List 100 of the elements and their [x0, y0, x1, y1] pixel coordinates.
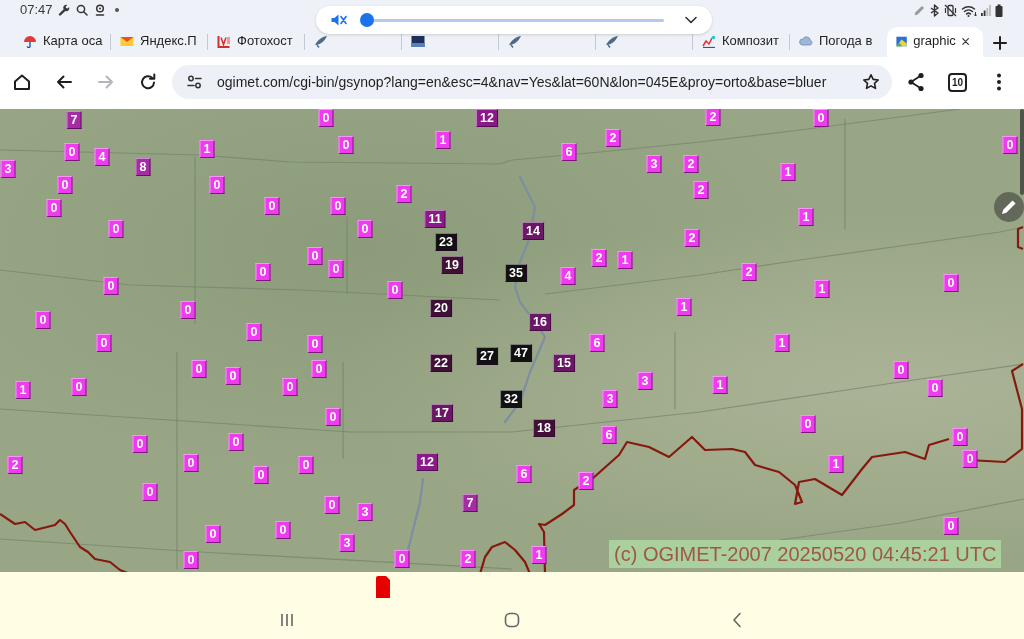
value-marker: 18 [533, 419, 555, 437]
value-marker: 2 [578, 472, 594, 490]
value-marker: 27 [476, 347, 498, 365]
value-marker: 0 [328, 260, 344, 278]
value-marker: 11 [424, 210, 446, 228]
value-marker: 0 [132, 435, 148, 453]
back-icon [732, 611, 742, 628]
value-marker: 17 [431, 404, 453, 422]
value-marker: 3 [646, 155, 662, 173]
value-marker: 0 [64, 143, 80, 161]
tab-switcher-button[interactable]: 10 [948, 72, 967, 92]
value-marker: 1 [531, 546, 547, 564]
bluetooth-icon [929, 3, 940, 17]
value-marker: 0 [103, 277, 119, 295]
value-marker: 0 [180, 301, 196, 319]
value-marker: 23 [435, 233, 457, 251]
mute-icon[interactable] [330, 12, 348, 28]
wifi-icon [961, 3, 977, 17]
value-marker: 0 [307, 247, 323, 265]
battery-icon [995, 3, 1003, 17]
image-icon [896, 34, 908, 48]
value-marker: 3 [0, 160, 16, 178]
value-marker: 0 [228, 433, 244, 451]
back-icon [54, 72, 74, 92]
value-marker: 2 [683, 155, 699, 173]
status-time: 07:47 [20, 1, 53, 20]
plus-icon [993, 35, 1007, 50]
slider-thumb[interactable] [360, 13, 374, 27]
value-marker: 1 [780, 163, 796, 181]
tune-icon[interactable] [187, 75, 202, 89]
value-marker: 6 [561, 143, 577, 161]
pen-icon [1001, 199, 1017, 215]
recent-apps-icon [280, 612, 294, 627]
edge-handle[interactable] [1020, 109, 1024, 195]
value-marker: 2 [591, 249, 607, 267]
value-marker: 0 [394, 550, 410, 568]
browser-tab[interactable]: Фотохост [208, 27, 304, 57]
value-marker: 1 [828, 455, 844, 473]
pen-icon [914, 4, 925, 16]
umbrella-icon [23, 34, 37, 48]
value-marker: 0 [253, 466, 269, 484]
logo-icon [217, 34, 231, 48]
value-marker: 1 [617, 251, 633, 269]
value-marker: 47 [510, 344, 532, 362]
browser-tab[interactable]: Карта оса [14, 27, 110, 57]
reload-icon [138, 72, 158, 92]
signal-icon [981, 4, 991, 16]
value-marker: 15 [553, 354, 575, 372]
leaf-icon [314, 34, 328, 48]
value-marker: 1 [435, 131, 451, 149]
value-marker: 0 [255, 263, 271, 281]
browser-tab[interactable]: Яндекс.П [111, 27, 207, 57]
edit-button[interactable] [994, 192, 1024, 222]
browser-tab[interactable]: Композит [693, 27, 789, 57]
value-marker: 0 [96, 334, 112, 352]
value-marker: 0 [191, 360, 207, 378]
value-marker: 0 [1002, 136, 1018, 154]
star-icon[interactable] [862, 73, 880, 91]
value-marker: 2 [460, 550, 476, 568]
value-marker: 4 [94, 148, 110, 166]
home-icon [12, 72, 32, 92]
value-marker: 3 [339, 534, 355, 552]
value-marker: 7 [66, 111, 82, 129]
value-marker: 0 [813, 109, 829, 127]
value-marker: 0 [225, 367, 241, 385]
value-marker: 6 [516, 465, 532, 483]
value-marker: 2 [396, 185, 412, 203]
banner-icon [411, 34, 425, 48]
value-marker: 2 [605, 129, 621, 147]
value-marker: 16 [529, 313, 551, 331]
vibrate-off-icon [944, 3, 957, 17]
value-marker: 0 [35, 311, 51, 329]
value-marker: 12 [476, 109, 498, 127]
value-marker: 0 [943, 517, 959, 535]
volume-slider[interactable] [360, 13, 664, 27]
leaf-icon [605, 34, 619, 48]
browser-tab[interactable]: Погода в [790, 27, 886, 57]
border-line [478, 540, 531, 572]
address-field[interactable]: ogimet.com/cgi-bin/gsynop?lang=en&esc=4&nav=Yes&lat=60N&lon=045E&proy=orto&base=bluer [172, 65, 892, 99]
value-marker: 2 [705, 109, 721, 126]
value-marker: 0 [927, 379, 943, 397]
value-marker: 0 [943, 274, 959, 292]
home-icon [504, 611, 520, 628]
browser-tab[interactable]: graphic [887, 27, 983, 57]
value-marker: 1 [199, 140, 215, 158]
value-marker: 0 [57, 176, 73, 194]
value-marker: 20 [430, 299, 452, 317]
value-marker: 3 [602, 390, 618, 408]
value-marker: 0 [307, 335, 323, 353]
value-marker: 14 [522, 222, 544, 240]
map-credit: (c) OGIMET-2007 20250520 04:45:21 UTC [609, 540, 1002, 568]
value-marker: 0 [318, 109, 334, 127]
leaf-icon [508, 34, 522, 48]
value-marker: 1 [774, 334, 790, 352]
close-icon[interactable] [961, 36, 969, 46]
value-marker: 0 [962, 450, 978, 468]
search-icon [75, 4, 88, 16]
value-marker: 0 [357, 220, 373, 238]
value-marker: 0 [338, 136, 354, 154]
value-marker: 0 [71, 378, 87, 396]
